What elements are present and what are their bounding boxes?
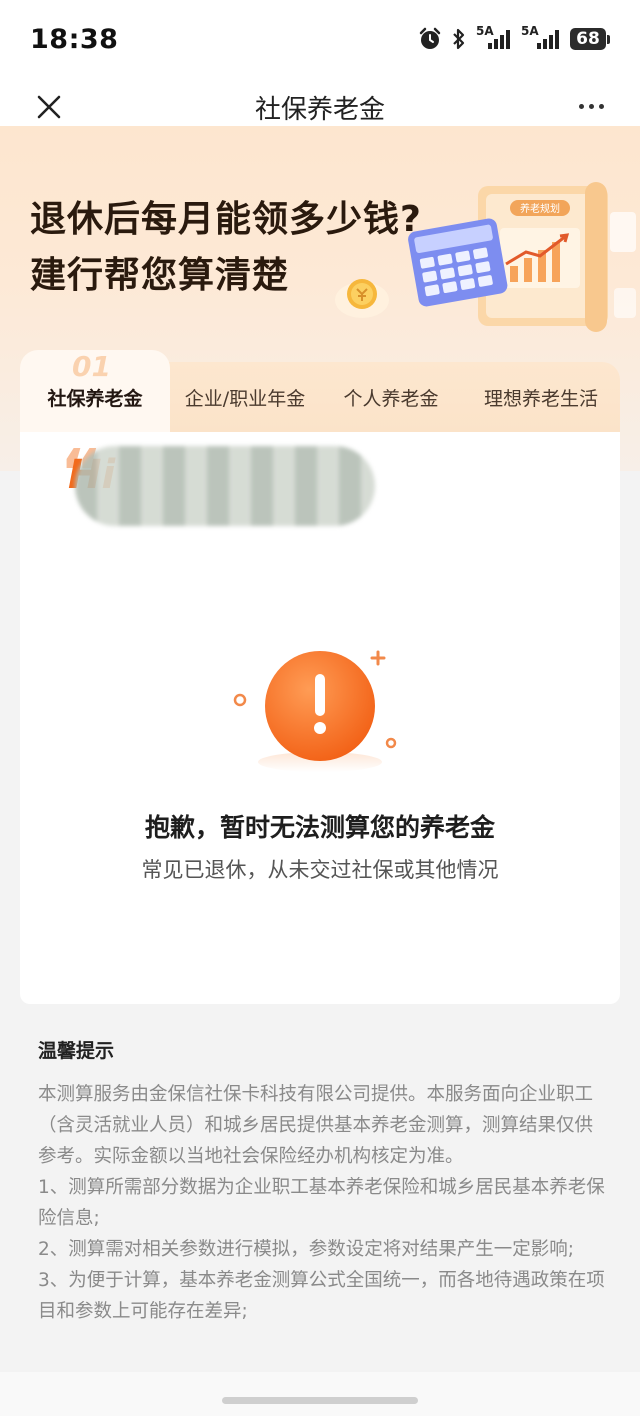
more-dot	[579, 104, 584, 109]
tab-label: 理想养老生活	[483, 387, 598, 410]
alarm-icon	[419, 27, 441, 49]
hero-headline-1: 退休后每月能领多少钱?	[30, 199, 422, 240]
tab-label: 个人养老金	[343, 387, 439, 410]
tips-paragraph: 2、测算需对相关参数进行模拟，参数设定将对结果产生一定影响;	[38, 1239, 575, 1260]
pension-report-illustration: 养老规划	[408, 182, 636, 332]
tab-number: 01	[72, 350, 111, 383]
tips-body: 本测算服务由金保信社保卡科技有限公司提供。本服务面向企业职工（含灵活就业人员）和…	[38, 1079, 608, 1327]
bottom-bar	[0, 1372, 640, 1416]
battery-indicator: 68	[570, 28, 610, 50]
tips-title: 温馨提示	[38, 1040, 115, 1062]
tab-ideal-retirement[interactable]: 理想养老生活	[462, 362, 620, 432]
signal-bars-icon	[488, 30, 510, 49]
tips-paragraph: 1、测算所需部分数据为企业职工基本养老保险和城乡居民基本养老保险信息;	[38, 1177, 605, 1229]
tips-paragraph: 3、为便于计算，基本养老金测算公式全国统一，而各地待遇政策在项目和参数上可能存在…	[38, 1270, 605, 1322]
status-icons: 5A 5A 68	[418, 24, 610, 51]
more-dot	[589, 104, 594, 109]
signal-2: 5A	[521, 24, 561, 51]
tab-strip: 01 社保养老金 企业/职业年金 个人养老金 理想养老生活	[20, 350, 620, 432]
tab-enterprise-annuity[interactable]: 企业/职业年金	[170, 362, 320, 432]
more-icon[interactable]	[579, 104, 604, 109]
redacted-username	[75, 446, 375, 526]
alert-icon	[233, 650, 397, 772]
error-title: 抱歉，暂时无法测算您的养老金	[144, 813, 495, 842]
tab-social-pension[interactable]: 01 社保养老金	[20, 350, 170, 432]
more-dot	[599, 104, 604, 109]
result-card: “ Hi 抱歉，暂时无法测算您的养老金 常见已退休	[20, 432, 620, 1004]
tips-section: 温馨提示 本测算服务由金保信社保卡科技有限公司提供。本服务面向企业职工（含灵活就…	[38, 1036, 608, 1327]
tab-label: 企业/职业年金	[184, 387, 306, 410]
hero-headline-2: 建行帮您算清楚	[30, 255, 290, 296]
alert-illustration	[220, 632, 420, 782]
status-bar: 18:38 5A 5A 68	[0, 0, 640, 78]
tab-personal-pension[interactable]: 个人养老金	[320, 362, 462, 432]
coin-icon	[335, 279, 389, 318]
bluetooth-icon	[453, 28, 465, 50]
close-icon[interactable]	[36, 94, 62, 120]
tab-label: 社保养老金	[47, 387, 143, 410]
battery-level: 68	[570, 28, 606, 50]
status-time: 18:38	[30, 23, 119, 55]
signal-bars-icon	[537, 30, 559, 49]
page-title: 社保养老金	[254, 94, 385, 125]
report-badge-text: 养老规划	[520, 202, 560, 215]
signal-1: 5A	[476, 24, 512, 51]
battery-tip	[607, 34, 610, 44]
home-indicator[interactable]	[222, 1397, 418, 1404]
tips-paragraph: 本测算服务由金保信社保卡科技有限公司提供。本服务面向企业职工（含灵活就业人员）和…	[38, 1084, 594, 1167]
error-subtitle: 常见已退休，从未交过社保或其他情况	[141, 858, 499, 882]
